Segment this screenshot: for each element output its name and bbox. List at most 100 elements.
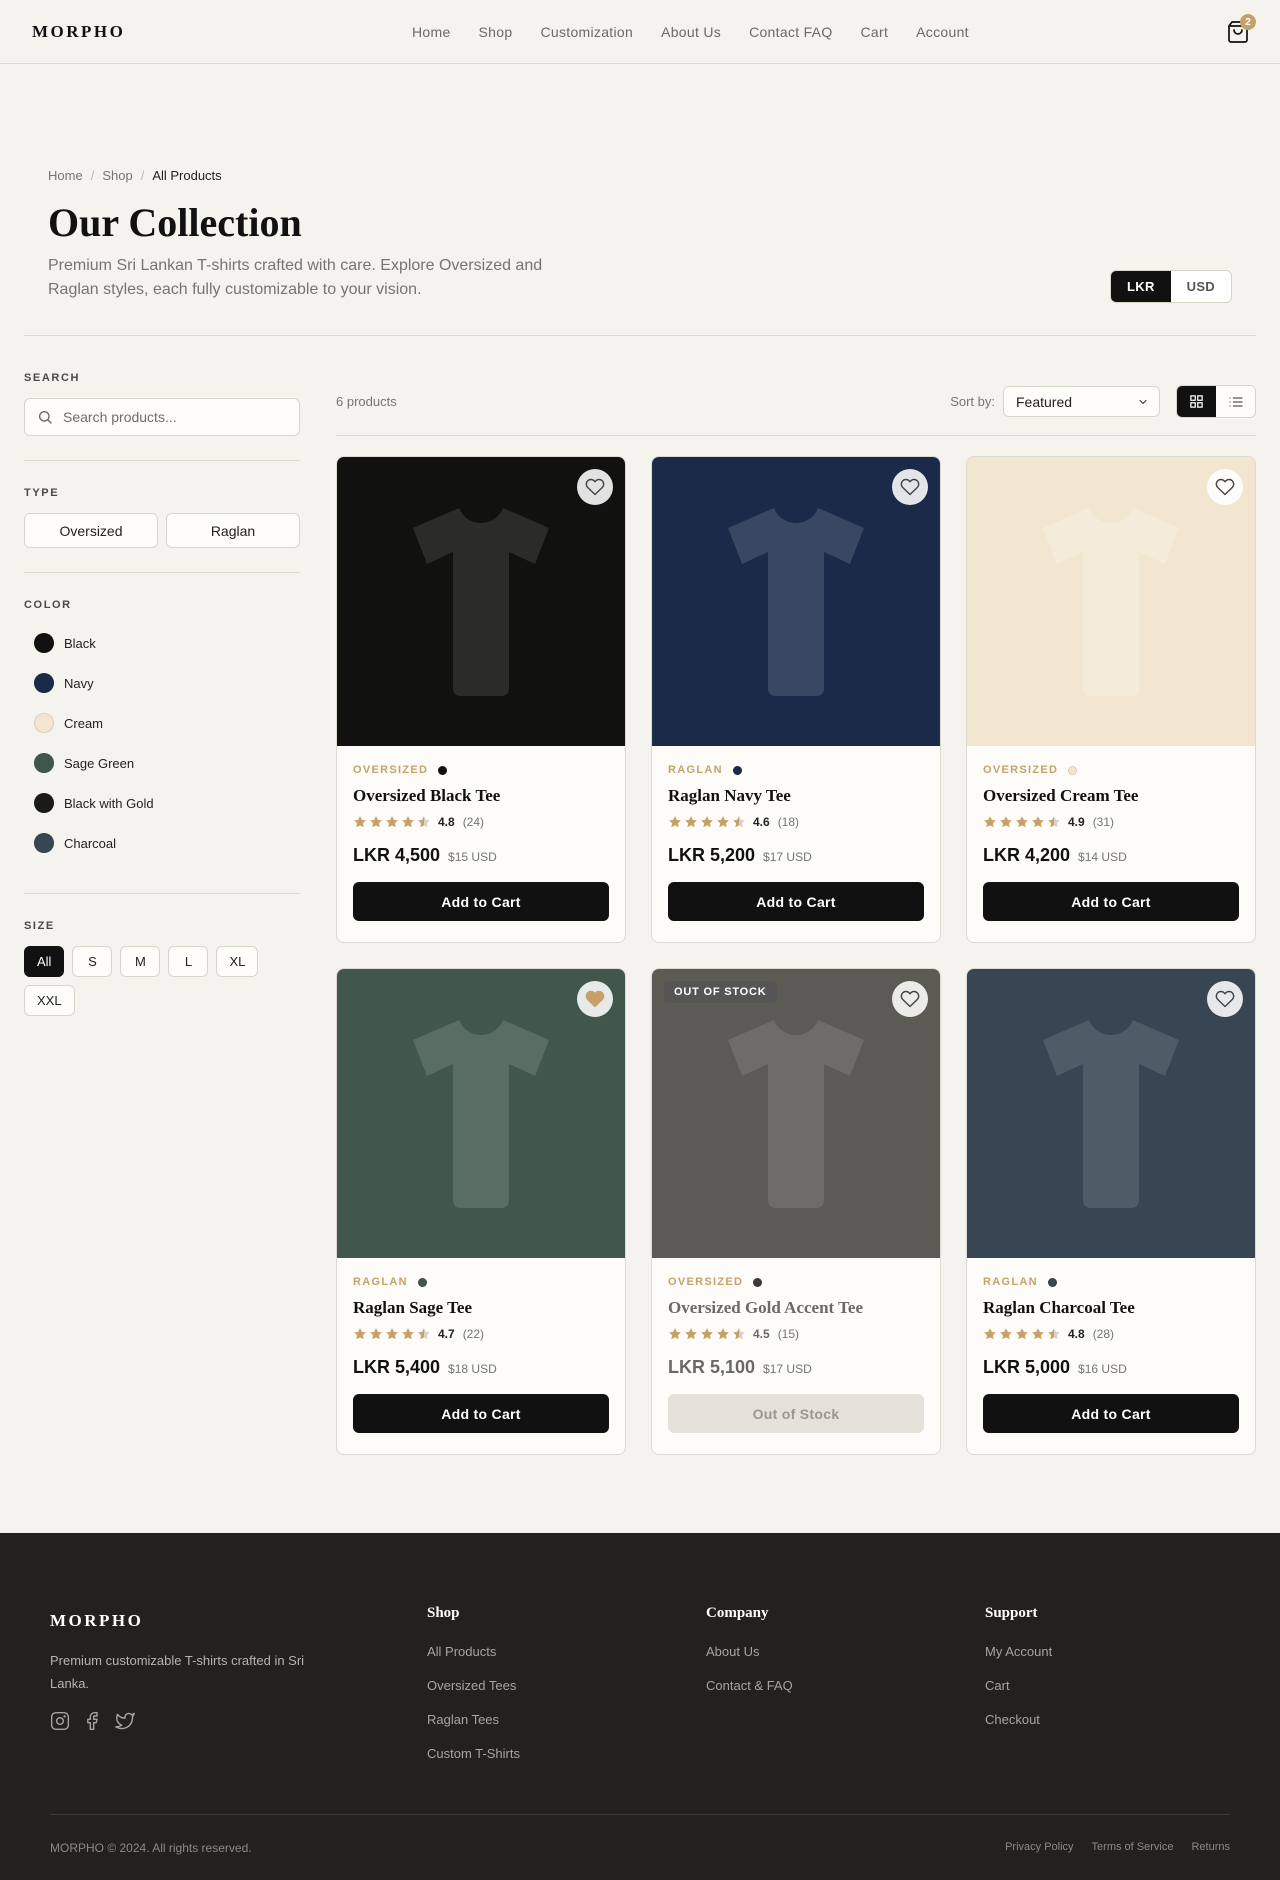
product-card-oversized-black-tee[interactable]: OVERSIZED Oversized Black Tee 4.8 (24) LKR 4… — [336, 456, 626, 943]
footer-logo[interactable]: MORPHO — [50, 1611, 310, 1631]
wishlist-button[interactable] — [577, 981, 613, 1017]
footer-link-raglan-tees[interactable]: Raglan Tees — [427, 1712, 520, 1727]
footer-link-all-products[interactable]: All Products — [427, 1644, 520, 1659]
color-filter-list: Black Navy Cream Sage Green Black with Gold C… — [24, 623, 300, 863]
currency-lkr-button[interactable]: LKR — [1111, 271, 1171, 302]
nav-account[interactable]: Account — [916, 24, 969, 40]
nav-shop[interactable]: Shop — [479, 24, 513, 40]
product-image[interactable] — [967, 457, 1255, 746]
wishlist-button[interactable] — [892, 981, 928, 1017]
footer-link-checkout[interactable]: Checkout — [985, 1712, 1052, 1727]
cart-count-badge: 2 — [1240, 14, 1256, 30]
cart-button[interactable]: 2 — [1226, 14, 1256, 44]
size-filter-l[interactable]: L — [168, 946, 209, 977]
add-to-cart-button[interactable]: Add to Cart — [983, 1394, 1239, 1433]
size-filter-m[interactable]: M — [120, 946, 161, 977]
add-to-cart-button[interactable]: Add to Cart — [983, 882, 1239, 921]
search-icon — [39, 411, 52, 424]
product-name[interactable]: Oversized Cream Tee — [983, 786, 1239, 806]
product-info: OVERSIZED Oversized Gold Accent Tee 4.5 (15… — [652, 1258, 940, 1433]
size-filter-xxl[interactable]: XXL — [24, 985, 75, 1016]
product-color-dot — [1047, 1277, 1057, 1287]
sort-select[interactable]: Featured — [1003, 386, 1160, 417]
grid-icon — [1190, 395, 1203, 408]
grid-view-button[interactable] — [1177, 386, 1216, 417]
product-rating: 4.8 (28) — [983, 1327, 1239, 1341]
search-input[interactable] — [63, 409, 263, 425]
product-image[interactable] — [652, 457, 940, 746]
breadcrumb-shop[interactable]: Shop — [102, 168, 132, 183]
footer-link-about-us[interactable]: About Us — [706, 1644, 793, 1659]
size-filter: All S M L XL XXL — [24, 946, 300, 1016]
color-filter-sage-green[interactable]: Sage Green — [24, 743, 300, 783]
product-card-oversized-cream-tee[interactable]: OVERSIZED Oversized Cream Tee 4.9 (31) LKR 4… — [966, 456, 1256, 943]
product-name[interactable]: Oversized Black Tee — [353, 786, 609, 806]
price-lkr: LKR 5,000 — [983, 1357, 1071, 1377]
type-filter-raglan[interactable]: Raglan — [166, 513, 300, 548]
sort-label: Sort by: — [950, 394, 995, 409]
rating-value: 4.5 — [753, 1327, 770, 1341]
footer-link-custom-t-shirts[interactable]: Custom T-Shirts — [427, 1746, 520, 1761]
product-card-raglan-sage-tee[interactable]: RAGLAN Raglan Sage Tee 4.7 (22) LKR 5,400 $18… — [336, 968, 626, 1455]
color-label: Black with Gold — [64, 795, 154, 811]
product-card-oversized-gold-accent-tee[interactable]: OUT OF STOCK OVERSIZED Oversized Gold Acce… — [651, 968, 941, 1455]
size-filter-xl[interactable]: XL — [216, 946, 259, 977]
add-to-cart-button[interactable]: Add to Cart — [668, 882, 924, 921]
color-swatch — [34, 673, 54, 693]
add-to-cart-button[interactable]: Add to Cart — [353, 1394, 609, 1433]
nav-about-us[interactable]: About Us — [661, 24, 721, 40]
star-icon — [1016, 1328, 1028, 1340]
privacy-policy-link[interactable]: Privacy Policy — [1005, 1841, 1073, 1853]
footer-link-my-account[interactable]: My Account — [985, 1644, 1052, 1659]
color-heading: COLOR — [24, 599, 72, 611]
color-filter-charcoal[interactable]: Charcoal — [24, 823, 300, 863]
nav-home[interactable]: Home — [412, 24, 451, 40]
product-card-raglan-navy-tee[interactable]: RAGLAN Raglan Navy Tee 4.6 (18) LKR 5,200 $17… — [651, 456, 941, 943]
currency-usd-button[interactable]: USD — [1171, 271, 1231, 302]
heart-icon — [585, 478, 605, 496]
product-image[interactable] — [337, 969, 625, 1258]
product-color-dot — [438, 765, 448, 775]
nav-contact-faq[interactable]: Contact FAQ — [749, 24, 832, 40]
color-filter-navy[interactable]: Navy — [24, 663, 300, 703]
footer-link-contact-faq[interactable]: Contact & FAQ — [706, 1678, 793, 1693]
size-filter-all[interactable]: All — [24, 946, 65, 977]
product-name[interactable]: Oversized Gold Accent Tee — [668, 1298, 924, 1318]
breadcrumb-home[interactable]: Home — [48, 168, 83, 183]
footer-link-cart[interactable]: Cart — [985, 1678, 1052, 1693]
wishlist-button[interactable] — [1207, 469, 1243, 505]
wishlist-button[interactable] — [577, 469, 613, 505]
star-icon — [1000, 816, 1012, 828]
product-name[interactable]: Raglan Charcoal Tee — [983, 1298, 1239, 1318]
price-lkr: LKR 4,500 — [353, 845, 441, 865]
star-icon — [669, 816, 681, 828]
color-filter-black[interactable]: Black — [24, 623, 300, 663]
terms-of-service-link[interactable]: Terms of Service — [1092, 1841, 1174, 1853]
brand-logo[interactable]: MORPHO — [32, 22, 125, 42]
returns-link[interactable]: Returns — [1191, 1841, 1230, 1853]
size-filter-s[interactable]: S — [72, 946, 113, 977]
wishlist-button[interactable] — [892, 469, 928, 505]
list-view-button[interactable] — [1216, 386, 1255, 417]
nav-cart[interactable]: Cart — [861, 24, 889, 40]
product-image[interactable]: OUT OF STOCK — [652, 969, 940, 1258]
color-filter-cream[interactable]: Cream — [24, 703, 300, 743]
product-name[interactable]: Raglan Sage Tee — [353, 1298, 609, 1318]
add-to-cart-button[interactable]: Add to Cart — [353, 882, 609, 921]
shop-main: SEARCH TYPE Oversized Raglan COLOR Black… — [0, 336, 1280, 1455]
listing-toolbar: 6 products Sort by: Featured — [336, 385, 1256, 436]
product-name[interactable]: Raglan Navy Tee — [668, 786, 924, 806]
facebook-icon[interactable] — [82, 1711, 102, 1731]
t-shirt-icon — [728, 507, 864, 696]
currency-toggle: LKR USD — [1110, 270, 1232, 303]
product-card-raglan-charcoal-tee[interactable]: RAGLAN Raglan Charcoal Tee 4.8 (28) LKR 5,00… — [966, 968, 1256, 1455]
footer-link-oversized-tees[interactable]: Oversized Tees — [427, 1678, 520, 1693]
wishlist-button[interactable] — [1207, 981, 1243, 1017]
instagram-icon[interactable] — [50, 1711, 70, 1731]
color-filter-black-with-gold[interactable]: Black with Gold — [24, 783, 300, 823]
twitter-icon[interactable] — [114, 1711, 136, 1731]
product-image[interactable] — [967, 969, 1255, 1258]
product-image[interactable] — [337, 457, 625, 746]
nav-customization[interactable]: Customization — [540, 24, 633, 40]
type-filter-oversized[interactable]: Oversized — [24, 513, 158, 548]
